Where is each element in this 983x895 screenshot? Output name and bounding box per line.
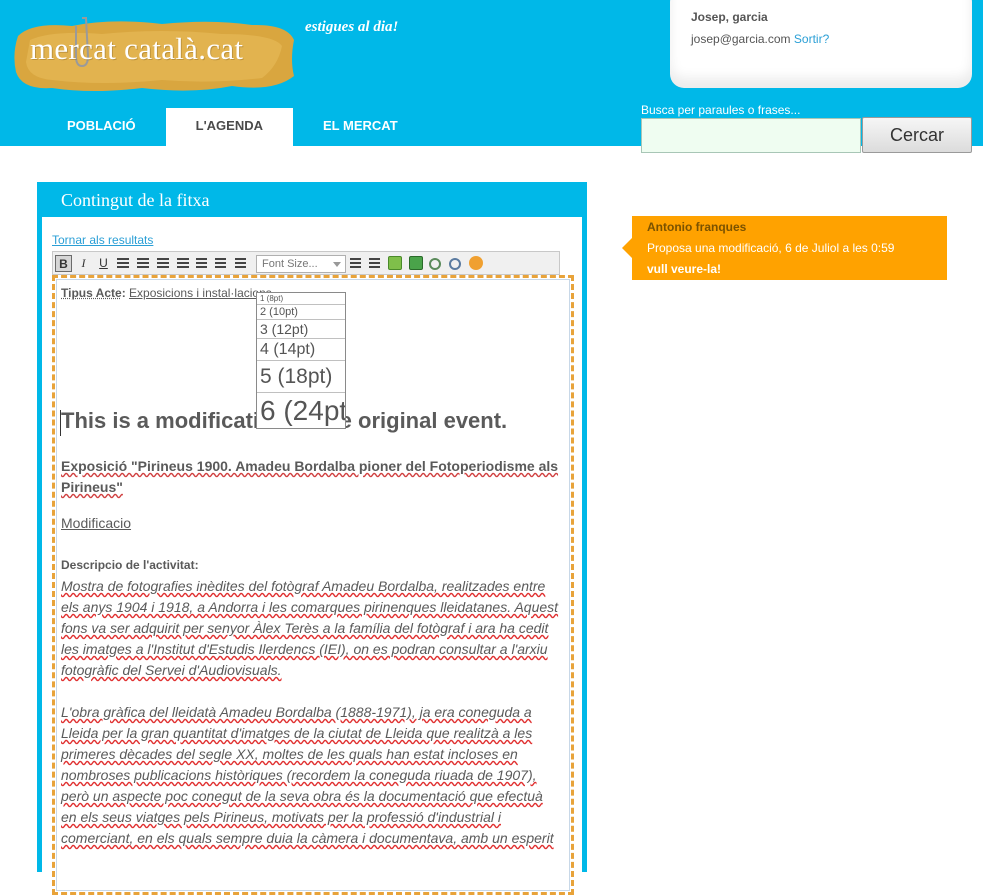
font-size-option[interactable]: 5 (18pt) [257, 361, 345, 393]
align-left-icon[interactable] [117, 258, 129, 268]
outdent-icon[interactable] [350, 258, 361, 268]
notice-text: Proposa una modificació, 6 de Juliol a l… [647, 241, 895, 255]
font-size-dropdown: 1 (8pt) 2 (10pt) 3 (12pt) 4 (14pt) 5 (18… [256, 292, 346, 429]
panel-title: Contingut de la fitxa [61, 190, 210, 210]
unlink-icon[interactable] [449, 258, 461, 270]
align-right-icon[interactable] [157, 258, 169, 268]
logout-link[interactable]: Sortir? [794, 32, 829, 46]
font-size-select[interactable]: Font Size... [256, 255, 346, 273]
indent-icon[interactable] [369, 258, 380, 268]
bold-button[interactable]: B [55, 255, 72, 272]
editor-toolbar: B I U Font Size... [52, 251, 560, 275]
type-label: Tipus Acte [61, 286, 122, 300]
color-palette-icon[interactable] [469, 256, 483, 270]
font-size-option[interactable]: 1 (8pt) [257, 293, 345, 305]
user-name: Josep, garcia [691, 10, 768, 24]
modification-notice: Antonio franques Proposa una modificació… [622, 216, 947, 280]
notice-author: Antonio franques [647, 220, 747, 234]
search-label: Busca per paraules o frases... [641, 103, 801, 117]
insert-image-icon[interactable] [409, 256, 423, 270]
user-email-line: josep@garcia.com Sortir? [691, 32, 829, 46]
link-icon[interactable] [429, 258, 441, 270]
logo-text[interactable]: mercat català.cat [30, 31, 243, 67]
italic-button[interactable]: I [75, 255, 92, 272]
type-value: Exposicions i instal·lacions [129, 286, 272, 300]
font-size-option[interactable]: 3 (12pt) [257, 320, 345, 339]
horizontal-rule-icon[interactable] [196, 258, 207, 268]
align-center-icon[interactable] [137, 258, 149, 268]
tab-mercat[interactable]: EL MERCAT [293, 108, 428, 146]
unordered-list-icon[interactable] [235, 258, 246, 268]
search-button[interactable]: Cercar [862, 117, 972, 153]
search-input[interactable] [641, 118, 861, 153]
tab-poblacio[interactable]: POBLACIÓ [37, 108, 166, 146]
tab-agenda[interactable]: L'AGENDA [165, 108, 293, 146]
user-panel: Josep, garcia josep@garcia.com Sortir? [670, 0, 972, 88]
font-size-option[interactable]: 6 (24pt) [257, 393, 345, 428]
tagline: estigues al dia! [305, 19, 399, 35]
back-to-results-link[interactable]: Tornar als resultats [52, 233, 153, 247]
font-size-option[interactable]: 2 (10pt) [257, 305, 345, 320]
description-text: Mostra de fotografies inèdites del fotòg… [61, 576, 561, 870]
description-paragraph: L'obra gràfica del lleidatà Amadeu Borda… [61, 704, 554, 846]
view-modification-link[interactable]: vull veure-la! [647, 262, 721, 276]
content-panel: Contingut de la fitxa Tornar als resulta… [37, 182, 587, 895]
underline-button[interactable]: U [95, 255, 112, 272]
site-header: mercat català.cat estigues al dia! Josep… [0, 0, 983, 153]
ordered-list-icon[interactable] [215, 258, 226, 268]
user-email: josep@garcia.com [691, 32, 791, 46]
description-label: Descripcio de l'activitat: [61, 558, 199, 572]
main-nav: POBLACIÓ L'AGENDA EL MERCAT [37, 108, 428, 146]
edit-icon[interactable] [388, 256, 402, 270]
font-size-option[interactable]: 4 (14pt) [257, 339, 345, 361]
description-paragraph: Mostra de fotografies inèdites del fotòg… [61, 578, 559, 678]
modification-text: Modificacio [61, 515, 132, 531]
align-justify-icon[interactable] [177, 258, 189, 268]
exposition-title: Exposició "Pirineus 1900. Amadeu Bordalb… [61, 458, 559, 495]
